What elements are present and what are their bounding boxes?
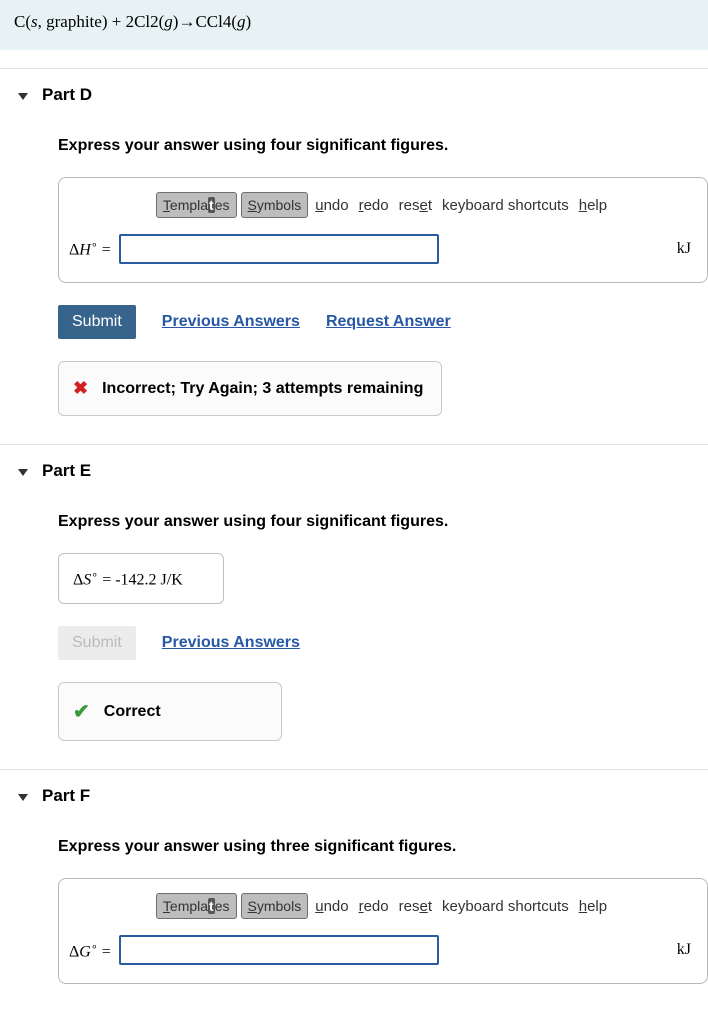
part-e-body: Express your answer using four significa…	[0, 491, 708, 769]
part-f-header[interactable]: Part F	[0, 769, 708, 816]
part-d-answer-row: ΔH∘ = kJ	[69, 234, 697, 264]
delta-h-label: ΔH∘ =	[69, 238, 111, 259]
templates-button[interactable]: Templates	[156, 192, 237, 218]
symbols-button[interactable]: Symbols	[241, 893, 309, 919]
delta-g-label: ΔG∘ =	[69, 940, 111, 961]
equation-box: C(s, graphite) + 2Cl2(g)→CCl4(g)	[0, 0, 708, 50]
part-d-instructions: Express your answer using four significa…	[58, 137, 708, 155]
keyboard-shortcuts-button[interactable]: keyboard shortcuts	[439, 197, 572, 214]
request-answer-link[interactable]: Request Answer	[326, 313, 451, 331]
symbols-button[interactable]: Symbols	[241, 192, 309, 218]
part-f-unit: kJ	[677, 941, 697, 959]
part-f-answer-input[interactable]	[119, 935, 439, 965]
part-d-input-block: Templates Symbols undo redo reset keyboa…	[58, 177, 708, 283]
part-e-feedback-text: Correct	[104, 703, 161, 721]
reset-button[interactable]: reset	[396, 197, 435, 214]
part-d-feedback-text: Incorrect; Try Again; 3 attempts remaini…	[102, 380, 423, 398]
part-e-answer-display: ΔS∘ = -142.2 J/K	[58, 553, 224, 604]
part-f-title: Part F	[42, 786, 90, 806]
undo-button[interactable]: undo	[312, 898, 351, 915]
keyboard-shortcuts-button[interactable]: keyboard shortcuts	[439, 898, 572, 915]
toolbar: Templates Symbols undo redo reset keyboa…	[69, 893, 697, 919]
part-e-header[interactable]: Part E	[0, 444, 708, 491]
part-e-buttons: Submit Previous Answers	[58, 626, 708, 660]
templates-button[interactable]: Templates	[156, 893, 237, 919]
part-e-instructions: Express your answer using four significa…	[58, 513, 708, 531]
redo-button[interactable]: redo	[356, 898, 392, 915]
part-d-buttons: Submit Previous Answers Request Answer	[58, 305, 708, 339]
previous-answers-link[interactable]: Previous Answers	[162, 634, 300, 652]
part-f-answer-row: ΔG∘ = kJ	[69, 935, 697, 965]
previous-answers-link[interactable]: Previous Answers	[162, 313, 300, 331]
submit-button-disabled: Submit	[58, 626, 136, 660]
part-d-title: Part D	[42, 85, 92, 105]
correct-icon: ✔	[73, 699, 90, 724]
part-e-feedback: ✔ Correct	[58, 682, 282, 741]
help-button[interactable]: help	[576, 898, 610, 915]
part-d-unit: kJ	[677, 240, 697, 258]
part-d-body: Express your answer using four significa…	[0, 115, 708, 444]
part-f-body: Express your answer using three signific…	[0, 816, 708, 1034]
chevron-down-icon	[18, 469, 28, 476]
redo-button[interactable]: redo	[356, 197, 392, 214]
undo-button[interactable]: undo	[312, 197, 351, 214]
chevron-down-icon	[18, 93, 28, 100]
part-e-title: Part E	[42, 461, 91, 481]
part-d-answer-input[interactable]	[119, 234, 439, 264]
toolbar: Templates Symbols undo redo reset keyboa…	[69, 192, 697, 218]
part-f-input-block: Templates Symbols undo redo reset keyboa…	[58, 878, 708, 984]
part-f-instructions: Express your answer using three signific…	[58, 838, 708, 856]
part-d-feedback: ✖ Incorrect; Try Again; 3 attempts remai…	[58, 361, 442, 416]
part-d-header[interactable]: Part D	[0, 68, 708, 115]
help-button[interactable]: help	[576, 197, 610, 214]
incorrect-icon: ✖	[73, 378, 88, 399]
reset-button[interactable]: reset	[396, 898, 435, 915]
submit-button[interactable]: Submit	[58, 305, 136, 339]
chevron-down-icon	[18, 794, 28, 801]
equation-text: C(s, graphite) + 2Cl2(g)→CCl4(g)	[14, 12, 251, 31]
